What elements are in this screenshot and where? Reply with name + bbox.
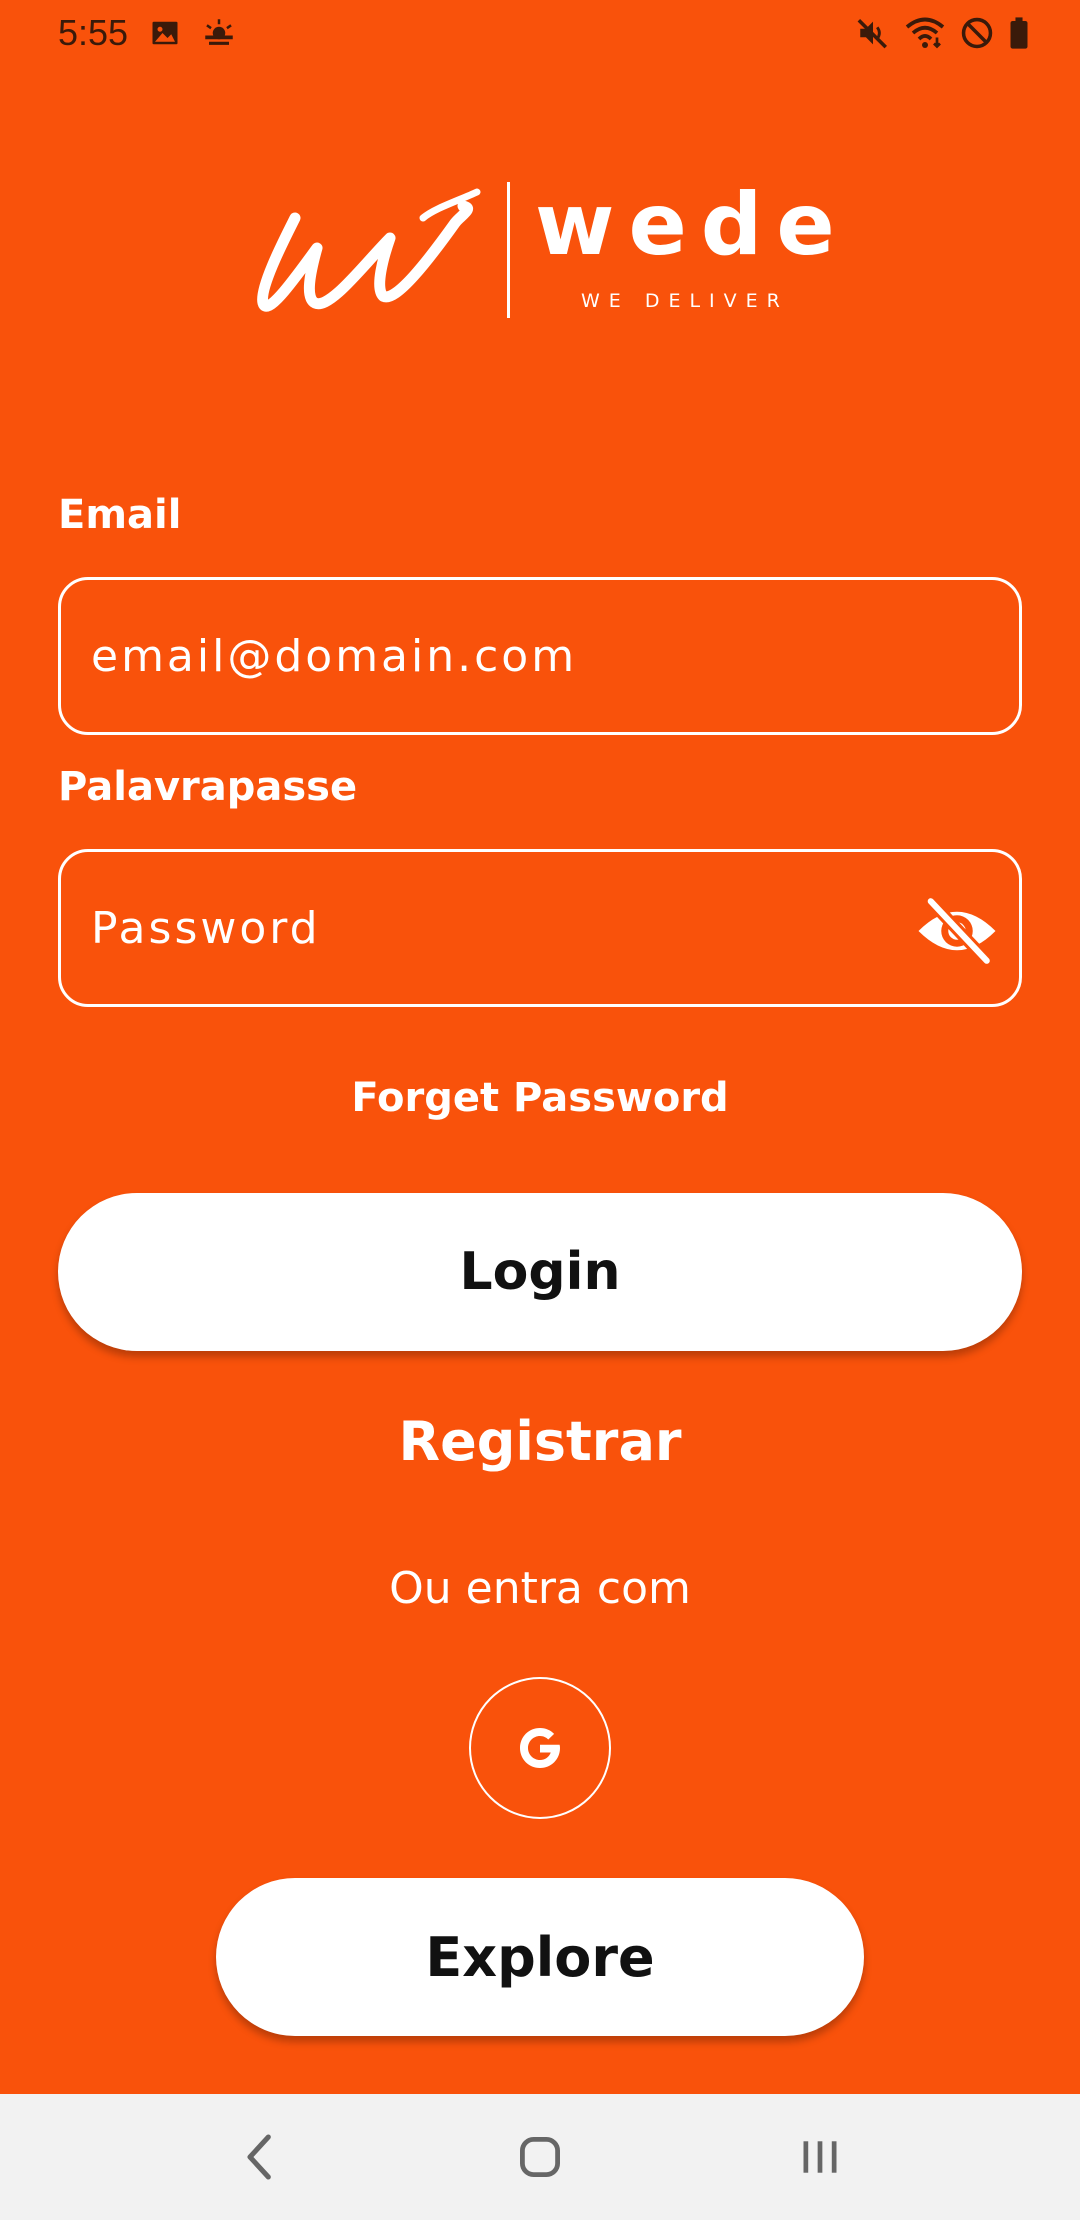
logo-wordmark: wede xyxy=(535,175,849,275)
system-nav-bar xyxy=(0,2094,1080,2220)
recents-icon[interactable] xyxy=(760,2107,880,2207)
password-field[interactable] xyxy=(58,849,1022,1007)
wifi-icon xyxy=(904,16,946,50)
eye-off-icon[interactable] xyxy=(915,895,999,971)
email-input[interactable] xyxy=(91,630,989,682)
do-not-disturb-icon xyxy=(960,16,994,50)
status-bar: 5:55 xyxy=(0,0,1080,66)
logo-tagline: WE DELIVER xyxy=(581,290,789,312)
mute-icon xyxy=(856,16,890,50)
google-icon xyxy=(520,1728,560,1768)
google-login-button[interactable] xyxy=(469,1677,611,1819)
login-button[interactable]: Login xyxy=(58,1193,1022,1351)
email-field[interactable] xyxy=(58,577,1022,735)
or-login-with-text: Ou entra com xyxy=(389,1563,691,1614)
battery-icon xyxy=(1008,16,1030,50)
email-label: Email xyxy=(58,492,182,538)
password-input[interactable] xyxy=(91,902,989,954)
back-icon[interactable] xyxy=(200,2107,320,2207)
logo-divider xyxy=(507,182,510,318)
image-icon xyxy=(150,18,180,48)
brand-logo: wede WE DELIVER xyxy=(255,178,835,328)
logo-w-mark-icon xyxy=(257,188,481,312)
status-time: 5:55 xyxy=(58,12,129,53)
weather-icon xyxy=(202,18,236,48)
status-right xyxy=(856,16,1030,50)
forget-password-link[interactable]: Forget Password xyxy=(0,1075,1080,1121)
explore-button[interactable]: Explore xyxy=(216,1878,864,2036)
register-link[interactable]: Registrar xyxy=(0,1410,1080,1473)
home-icon[interactable] xyxy=(480,2107,600,2207)
status-left: 5:55 xyxy=(58,12,236,54)
password-label: Palavrapasse xyxy=(58,764,358,810)
